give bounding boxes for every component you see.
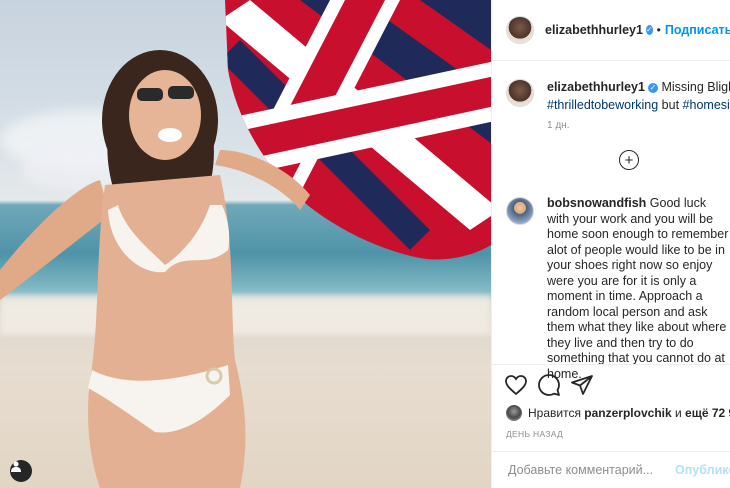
paper-plane-icon[interactable] (570, 373, 594, 397)
user-tag-icon (11, 461, 21, 472)
caption-username[interactable]: elizabethhurley1 (547, 80, 645, 94)
comment-text: bobsnowandfish Good luck with your work … (547, 196, 729, 382)
post-header: elizabethhurley1 ✓ • Подписаться (492, 0, 730, 61)
photo-illustration (0, 0, 491, 488)
comment-body: Good luck with your work and you will be… (547, 196, 729, 381)
separator-dot: • (656, 23, 661, 37)
follow-button[interactable]: Подписаться (665, 23, 730, 37)
caption-text: elizabethhurley1✓ Missing Blighty #thril… (547, 78, 730, 114)
verified-badge-icon: ✓ (647, 82, 658, 93)
commenter-username[interactable]: bobsnowandfish (547, 196, 646, 210)
post-photo[interactable] (0, 0, 491, 488)
publish-button[interactable]: Опубликовать (675, 463, 730, 477)
post-date: ДЕНЬ НАЗАД (506, 429, 564, 439)
comment-bubble-icon[interactable] (537, 373, 561, 397)
caption: elizabethhurley1✓ Missing Blighty #thril… (492, 74, 730, 114)
union-jack-flag (225, 0, 491, 260)
likes-summary: Нравится panzerplovchik и ещё 72 934 (506, 405, 730, 421)
post-actions: Нравится panzerplovchik и ещё 72 934 ДЕН… (492, 364, 730, 488)
likes-middle: и (675, 406, 682, 420)
hashtag-link[interactable]: #homesick (683, 98, 730, 112)
liker-avatar[interactable] (506, 405, 522, 421)
comment-input[interactable] (506, 462, 660, 478)
user-tag-button[interactable] (10, 460, 32, 482)
likes-prefix: Нравится (528, 406, 581, 420)
author-username[interactable]: elizabethhurley1 (545, 23, 643, 37)
caption-line1: Missing Blighty (661, 80, 730, 94)
author-avatar[interactable] (506, 16, 534, 44)
likes-count[interactable]: ещё 72 934 (685, 406, 730, 420)
caption-mid: but (661, 98, 680, 112)
commenter-avatar[interactable] (506, 197, 534, 225)
plus-circle-icon[interactable]: + (619, 150, 639, 170)
hashtag-link[interactable]: #thrilledtobeworking (547, 98, 658, 112)
heart-icon[interactable] (504, 373, 528, 397)
caption-timestamp: 1 дн. (547, 120, 570, 131)
caption-avatar[interactable] (506, 79, 534, 107)
verified-badge-icon: ✓ (645, 25, 653, 35)
post-details-panel: elizabethhurley1 ✓ • Подписаться elizabe… (491, 0, 730, 488)
add-comment-bar: Опубликовать (492, 451, 730, 488)
liker-username[interactable]: panzerplovchik (584, 406, 671, 420)
